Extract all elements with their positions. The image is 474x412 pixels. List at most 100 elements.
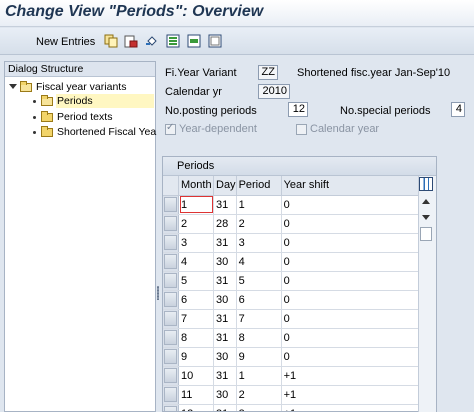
cell-period[interactable]: 1 (236, 366, 282, 386)
undo-icon[interactable] (145, 34, 159, 48)
table-row[interactable]: 5 31 5 0 (163, 271, 420, 291)
cell-period[interactable]: 3 (236, 404, 282, 411)
table-row[interactable]: 12313+1 (163, 404, 420, 411)
table-scrollbar[interactable] (418, 176, 436, 412)
row-selector[interactable] (163, 347, 179, 367)
cell-period[interactable]: 2 (236, 214, 282, 234)
deselect-all-icon[interactable] (208, 34, 222, 48)
cell-period[interactable]: 5 (236, 271, 282, 291)
table-row[interactable]: 11 30 2 +1 (163, 385, 420, 405)
cell-month[interactable]: 6 (178, 290, 214, 310)
cell-day[interactable]: 30 (213, 385, 237, 405)
cell-year-shift[interactable]: 0 (281, 309, 420, 329)
cell-month[interactable]: 11 (178, 385, 214, 405)
cell-year-shift[interactable]: +1 (281, 366, 420, 386)
cell-period[interactable]: 2 (236, 385, 282, 405)
select-block-icon[interactable] (187, 34, 201, 48)
cell-day[interactable]: 31 (213, 404, 237, 411)
table-row[interactable]: 1 31 1 0 (163, 195, 420, 215)
cell-year-shift[interactable]: +1 (281, 385, 420, 405)
cell-month[interactable]: 4 (178, 252, 214, 272)
scroll-down-icon[interactable] (422, 215, 430, 220)
cell-day[interactable]: 31 (213, 195, 237, 215)
cell-period[interactable]: 6 (236, 290, 282, 310)
cell-month[interactable]: 8 (178, 328, 214, 348)
calendar-yr-field: 2010 (258, 84, 290, 99)
column-header-month[interactable]: Month (178, 176, 214, 196)
column-header-day[interactable]: Day (213, 176, 237, 196)
year-dependent-label: Year-dependent (179, 123, 257, 135)
column-header-year-shift[interactable]: Year shift (281, 176, 420, 196)
calendar-yr-label: Calendar yr (165, 86, 222, 98)
cell-month[interactable]: 12 (178, 404, 214, 411)
cell-year-shift[interactable]: +1 (281, 404, 420, 411)
folder-icon (41, 111, 53, 122)
cell-period[interactable]: 1 (236, 195, 282, 215)
cell-period[interactable]: 7 (236, 309, 282, 329)
cell-year-shift[interactable]: 0 (281, 214, 420, 234)
scroll-thumb[interactable] (420, 227, 432, 241)
cell-year-shift[interactable]: 0 (281, 195, 420, 215)
cell-period[interactable]: 8 (236, 328, 282, 348)
scroll-up-icon[interactable] (422, 199, 430, 204)
row-selector[interactable] (163, 214, 179, 234)
new-entries-button[interactable]: New Entries (36, 36, 95, 48)
posting-periods-field[interactable]: 12 (288, 102, 308, 117)
cell-period[interactable]: 4 (236, 252, 282, 272)
table-row[interactable]: 10 31 1 +1 (163, 366, 420, 386)
cell-day[interactable]: 31 (213, 309, 237, 329)
dialog-structure-header: Dialog Structure (5, 62, 155, 77)
table-row[interactable]: 3 31 3 0 (163, 233, 420, 253)
row-selector[interactable] (163, 290, 179, 310)
cell-day[interactable]: 30 (213, 347, 237, 367)
table-row[interactable]: 9 30 9 0 (163, 347, 420, 367)
row-selector[interactable] (163, 309, 179, 329)
table-row[interactable]: 4 30 4 0 (163, 252, 420, 272)
cell-day[interactable]: 31 (213, 366, 237, 386)
row-selector[interactable] (163, 252, 179, 272)
cell-day[interactable]: 28 (213, 214, 237, 234)
expand-triangle-icon[interactable] (9, 84, 17, 89)
select-all-icon[interactable] (166, 34, 180, 48)
copy-icon[interactable] (104, 34, 118, 48)
cell-day[interactable]: 31 (213, 233, 237, 253)
table-row[interactable]: 7 31 7 0 (163, 309, 420, 329)
cell-month[interactable]: 9 (178, 347, 214, 367)
cell-day[interactable]: 30 (213, 252, 237, 272)
cell-day[interactable]: 31 (213, 328, 237, 348)
cell-period[interactable]: 3 (236, 233, 282, 253)
cell-year-shift[interactable]: 0 (281, 252, 420, 272)
cell-day[interactable]: 31 (213, 271, 237, 291)
table-settings-icon[interactable] (419, 177, 433, 191)
row-selector[interactable] (163, 233, 179, 253)
table-row[interactable]: 6 30 6 0 (163, 290, 420, 310)
table-row[interactable]: 8 31 8 0 (163, 328, 420, 348)
row-selector[interactable] (163, 385, 179, 405)
row-selector[interactable] (163, 271, 179, 291)
cell-month[interactable]: 1 (178, 195, 214, 215)
cell-year-shift[interactable]: 0 (281, 271, 420, 291)
cell-month[interactable]: 2 (178, 214, 214, 234)
table-row[interactable]: 2 28 2 0 (163, 214, 420, 234)
row-selector[interactable] (163, 195, 179, 215)
special-periods-field[interactable]: 4 (451, 102, 465, 117)
tree-item-label: Period texts (57, 111, 113, 123)
splitter-grip-icon[interactable] (157, 286, 159, 300)
cell-month[interactable]: 7 (178, 309, 214, 329)
cell-day[interactable]: 30 (213, 290, 237, 310)
cell-month[interactable]: 5 (178, 271, 214, 291)
cell-year-shift[interactable]: 0 (281, 347, 420, 367)
column-header-period[interactable]: Period (236, 176, 282, 196)
delete-icon[interactable] (124, 34, 138, 48)
panel-splitter[interactable] (157, 61, 161, 412)
row-selector[interactable] (163, 404, 179, 411)
row-selector[interactable] (163, 366, 179, 386)
cell-period[interactable]: 9 (236, 347, 282, 367)
cell-month[interactable]: 10 (178, 366, 214, 386)
cell-month[interactable]: 3 (178, 233, 214, 253)
select-all-rows-cell[interactable] (163, 176, 179, 196)
cell-year-shift[interactable]: 0 (281, 290, 420, 310)
cell-year-shift[interactable]: 0 (281, 328, 420, 348)
cell-year-shift[interactable]: 0 (281, 233, 420, 253)
row-selector[interactable] (163, 328, 179, 348)
